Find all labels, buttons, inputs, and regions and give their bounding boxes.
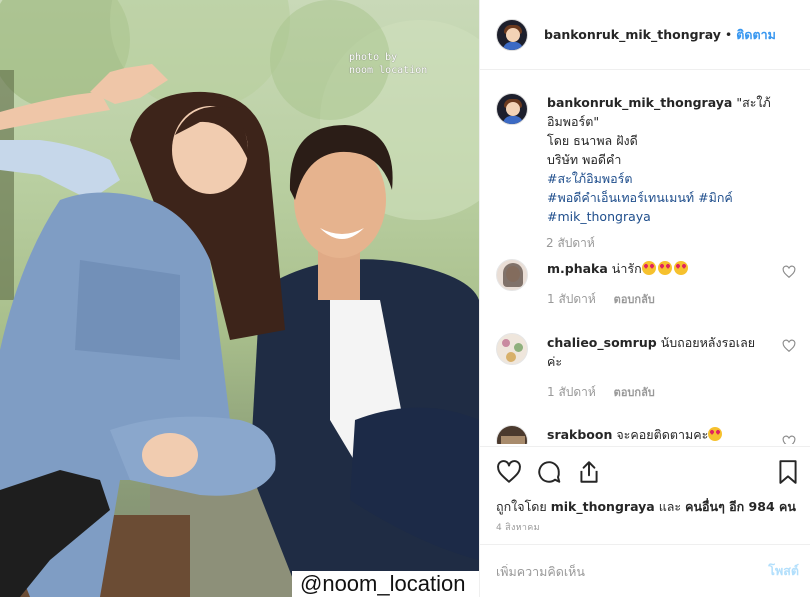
post-photo[interactable]: photo by noom location @noom_location — [0, 0, 479, 597]
comments-scroll-area[interactable]: bankonruk_mik_thongraya "สะใภ้ อิมพอร์ต"… — [480, 71, 810, 444]
heart-icon[interactable] — [496, 459, 522, 485]
photo-credit-watermark: photo by noom location — [349, 51, 427, 77]
header-separator: • — [724, 27, 733, 42]
heart-eyes-emoji-icon — [641, 261, 656, 275]
likes-prefix: ถูกใจโดย — [496, 499, 547, 514]
post-side-panel: bankonruk_mik_thongray • ติดตาม bankonru… — [479, 0, 810, 597]
bookmark-icon[interactable] — [775, 459, 801, 485]
action-icons-row — [496, 459, 616, 485]
like-comment-heart-icon[interactable] — [782, 265, 796, 279]
author-avatar[interactable] — [496, 18, 528, 51]
hashtag-link[interactable]: #mik_thongraya — [547, 207, 777, 226]
post-actions: ถูกใจโดย mik_thongraya และ คนอื่นๆ อีก 9… — [480, 446, 810, 544]
caption-title-line-2: อิมพอร์ต" — [547, 114, 600, 129]
photo-credit-line-1: photo by — [349, 52, 398, 63]
photo-handle-watermark: @noom_location — [292, 571, 479, 597]
caption-timestamp[interactable]: 2 สัปดาห์ — [546, 234, 595, 253]
heart-eyes-emoji-icon — [657, 261, 672, 275]
likes-summary: ถูกใจโดย mik_thongraya และ คนอื่นๆ อีก 9… — [496, 497, 796, 517]
post-date[interactable]: 4 สิงหาคม — [496, 520, 540, 534]
comment-body: srakboon จะคอยติดตามคะ — [547, 425, 767, 444]
liker-username-link[interactable]: mik_thongraya — [551, 499, 655, 514]
commenter-username-link[interactable]: m.phaka — [547, 261, 608, 276]
caption-username-link[interactable]: bankonruk_mik_thongraya — [547, 95, 732, 110]
hashtag-link[interactable]: #สะใภ้อิมพอร์ต — [547, 169, 777, 188]
caption-text: bankonruk_mik_thongraya "สะใภ้ อิมพอร์ต"… — [547, 93, 777, 226]
comment-item: m.phaka น่ารัก 1 สัปดาห์ ตอบกลับ — [496, 259, 796, 309]
hashtag-link[interactable]: #พอดีคำเอ็นเทอร์เทนเมนท์ — [547, 190, 694, 205]
heart-eyes-emoji-icon — [708, 427, 723, 441]
commenter-avatar[interactable] — [496, 333, 528, 365]
comment-text: น่ารัก — [611, 261, 642, 276]
caption-title-line-1: "สะใภ้ — [736, 95, 771, 110]
post-header: bankonruk_mik_thongray • ติดตาม — [480, 0, 810, 70]
hashtag-link[interactable]: #มิกค์ — [698, 190, 733, 205]
heart-eyes-emoji-icon — [673, 261, 688, 275]
add-comment-bar: โพสต์ — [480, 544, 810, 597]
comment-body: chalieo_somrup นับถอยหลังรอเลยค่ะ 1 สัปด… — [547, 333, 767, 402]
photo-illustration — [0, 0, 479, 597]
post-comment-button[interactable]: โพสต์ — [768, 561, 799, 581]
reply-button[interactable]: ตอบกลับ — [614, 293, 655, 306]
add-comment-input[interactable] — [496, 563, 769, 579]
instagram-post-view: photo by noom location @noom_location ba… — [0, 0, 810, 597]
comment-timestamp[interactable]: 1 สัปดาห์ — [547, 292, 596, 306]
commenter-username-link[interactable]: chalieo_somrup — [547, 335, 657, 350]
caption: bankonruk_mik_thongraya "สะใภ้ อิมพอร์ต"… — [496, 93, 777, 226]
caption-author-avatar[interactable] — [496, 93, 528, 125]
caption-line-by: โดย ธนาพล ฝังดี — [547, 133, 638, 148]
commenter-username-link[interactable]: srakboon — [547, 427, 612, 442]
comment-meta: 1 สัปดาห์ ตอบกลับ — [547, 383, 767, 402]
commenter-avatar[interactable] — [496, 425, 528, 444]
follow-button[interactable]: ติดตาม — [736, 25, 776, 45]
share-icon[interactable] — [576, 459, 602, 485]
comment-body: m.phaka น่ารัก 1 สัปดาห์ ตอบกลับ — [547, 259, 767, 309]
comment-icon[interactable] — [536, 459, 562, 485]
like-comment-heart-icon[interactable] — [782, 339, 796, 353]
comment-item: srakboon จะคอยติดตามคะ — [496, 425, 796, 444]
reply-button[interactable]: ตอบกลับ — [614, 386, 655, 399]
caption-line-company: บริษัท พอดีคำ — [547, 152, 622, 167]
comment-text: จะคอยติดตามคะ — [616, 427, 709, 442]
author-username-link[interactable]: bankonruk_mik_thongray — [544, 27, 721, 42]
commenter-avatar[interactable] — [496, 259, 528, 291]
comment-meta: 1 สัปดาห์ ตอบกลับ — [547, 290, 767, 309]
like-comment-heart-icon[interactable] — [782, 435, 796, 444]
comment-timestamp[interactable]: 1 สัปดาห์ — [547, 385, 596, 399]
photo-credit-line-2: noom location — [349, 65, 428, 76]
comment-item: chalieo_somrup นับถอยหลังรอเลยค่ะ 1 สัปด… — [496, 333, 796, 402]
likes-and: และ — [658, 499, 682, 514]
likes-others-link[interactable]: คนอื่นๆ อีก 984 คน — [685, 499, 796, 514]
